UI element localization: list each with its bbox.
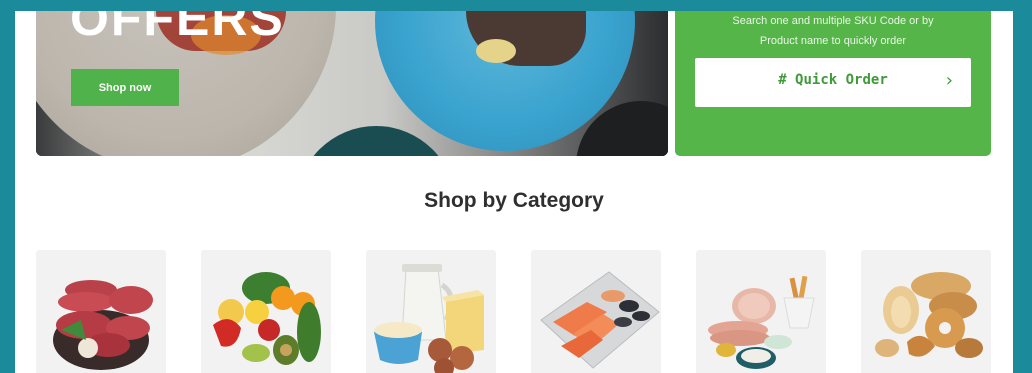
hero-title: OFFERS [70, 11, 285, 46]
seafood-image [540, 271, 660, 369]
shop-now-button[interactable]: Shop now [71, 69, 179, 106]
deli-image [708, 275, 815, 369]
quick-order-description-line: Search one and multiple SKU Code or by [732, 15, 934, 27]
category-tile-meat[interactable] [36, 250, 166, 373]
quick-order-description-line: Product name to quickly order [759, 35, 907, 47]
category-tile-deli[interactable] [696, 250, 826, 373]
category-tile-dairy[interactable] [366, 250, 496, 373]
quick-order-button-label: # Quick Order [778, 72, 888, 88]
quick-order-description: Search one and multiple SKU Code or by P… [675, 11, 991, 51]
quick-order-button[interactable]: # Quick Order › [695, 58, 971, 107]
chevron-right-icon: › [945, 70, 953, 91]
hero-food-image [476, 39, 516, 63]
section-title: Shop by Category [424, 189, 604, 212]
hero-banner[interactable]: OFFERS Shop now [36, 11, 668, 156]
fruits-vegetables-image [213, 272, 321, 365]
quick-order-panel: Search one and multiple SKU Code or by P… [675, 11, 991, 156]
bakery-image [875, 272, 983, 358]
page: OFFERS Shop now Search one and multiple … [15, 11, 1013, 373]
category-tile-fruits-vegetables[interactable] [201, 250, 331, 373]
category-tile-seafood[interactable] [531, 250, 661, 373]
meat-image [53, 280, 153, 370]
category-tile-bakery[interactable] [861, 250, 991, 373]
dairy-image [374, 264, 484, 373]
